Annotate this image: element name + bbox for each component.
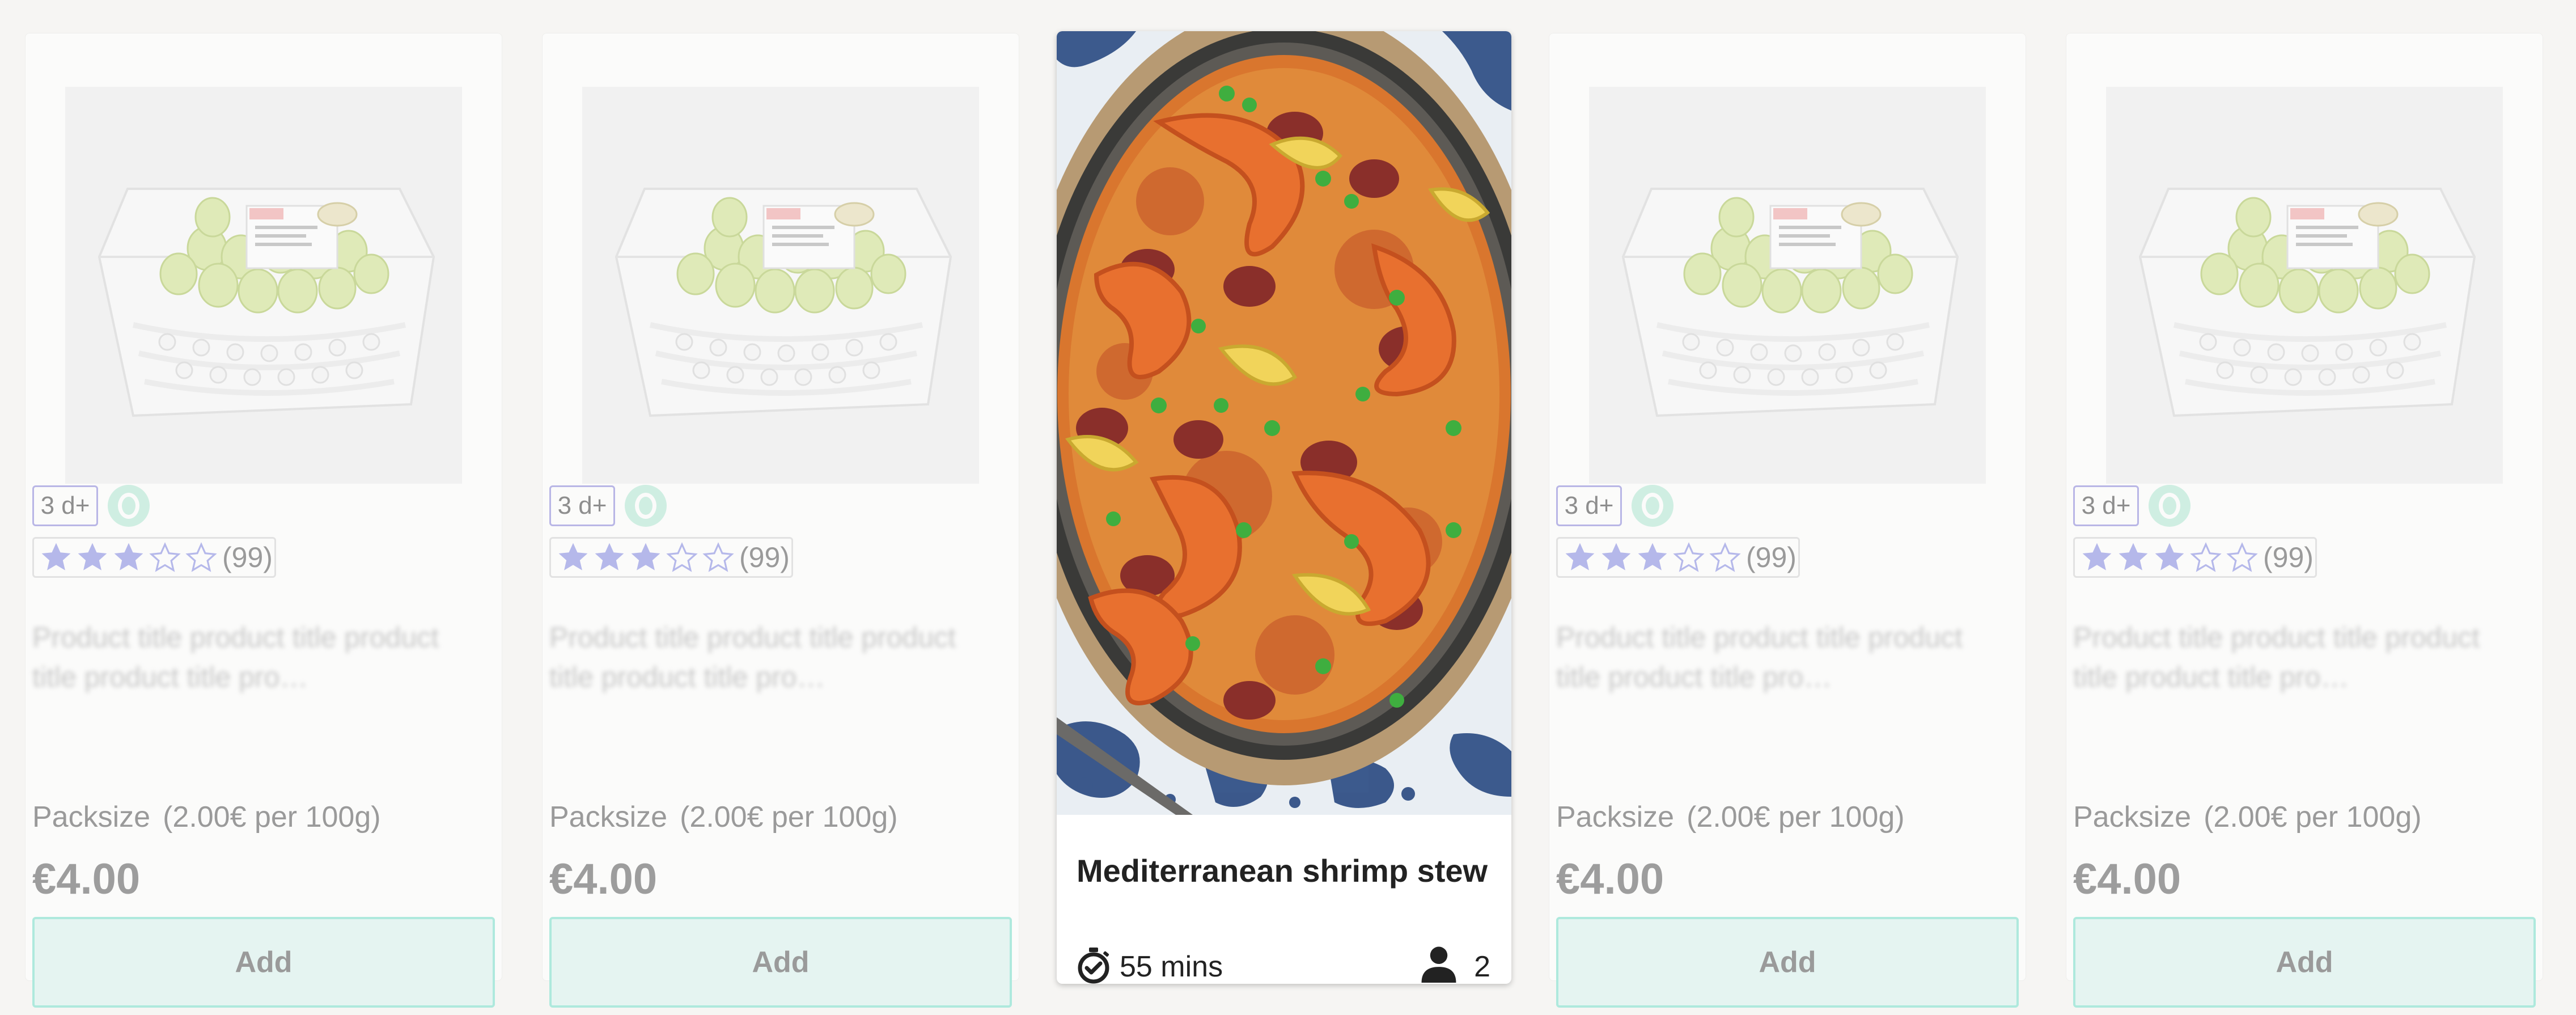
product-title[interactable]: Product title product title product titl… [549, 618, 980, 697]
unit-price: (2.00€ per 100g) [1687, 801, 1905, 834]
nutri-badge-icon [2149, 485, 2191, 527]
unit-price: (2.00€ per 100g) [2204, 801, 2422, 834]
age-badge: 3 d+ [2073, 485, 2139, 526]
price: €4.00 [32, 855, 141, 903]
rating-count: (99) [222, 542, 273, 573]
star-filled-icon [41, 543, 71, 570]
age-badge: 3 d+ [549, 485, 615, 526]
star-filled-icon [631, 543, 660, 570]
product-title[interactable]: Product title product title product titl… [32, 618, 463, 697]
star-empty-icon [2191, 543, 2221, 572]
star-filled-icon [595, 543, 624, 570]
star-filled-icon [1601, 543, 1631, 570]
product-card[interactable]: 3 d+ (99) Product title product title pr… [542, 33, 1019, 1008]
product-card[interactable]: 3 d+ (99) Product title product title pr… [1549, 33, 2026, 1008]
product-title[interactable]: Product title product title product titl… [2073, 618, 2504, 697]
add-button[interactable]: Add [32, 917, 495, 1008]
person-icon [1421, 946, 1456, 983]
packsize: Packsize (2.00€ per 100g) [2073, 800, 2422, 834]
product-title[interactable]: Product title product title product titl… [1556, 618, 1987, 697]
nutri-badge-icon [625, 485, 667, 527]
packsize-label: Packsize [2073, 801, 2192, 834]
star-filled-icon [1565, 543, 1595, 570]
recipe-image [1057, 31, 1511, 815]
packsize-label: Packsize [549, 801, 668, 834]
product-card[interactable]: 3 d+ (99) Product title product title pr… [2066, 33, 2543, 1008]
cook-time: 55 mins [1120, 950, 1223, 983]
star-empty-icon [187, 543, 216, 572]
recipe-meta: 55 mins 2 [1077, 945, 1490, 984]
packsize: Packsize (2.00€ per 100g) [1556, 800, 1905, 834]
age-badge: 3 d+ [1556, 485, 1622, 526]
servings: 2 [1474, 950, 1490, 983]
packsize: Packsize (2.00€ per 100g) [32, 800, 381, 834]
star-rating: (99) [32, 537, 276, 578]
recipe-title[interactable]: Mediterranean shrimp stew [1077, 852, 1488, 889]
star-rating: (99) [1556, 537, 1800, 578]
age-badge: 3 d+ [32, 485, 98, 526]
nutri-badge-icon [108, 485, 150, 527]
price: €4.00 [2073, 855, 2181, 903]
timer-icon [1078, 948, 1109, 984]
star-empty-icon [2227, 543, 2257, 572]
star-filled-icon [558, 543, 588, 570]
unit-price: (2.00€ per 100g) [680, 801, 898, 834]
product-card[interactable]: 3 d+ (99) Product title product title pr… [25, 33, 502, 1008]
star-empty-icon [1710, 543, 1740, 572]
star-filled-icon [114, 543, 143, 570]
star-rating: (99) [549, 537, 793, 578]
add-button[interactable]: Add [2073, 917, 2536, 1008]
packsize-label: Packsize [32, 801, 151, 834]
star-empty-icon [667, 543, 697, 572]
star-empty-icon [1674, 543, 1704, 572]
nutri-badge-icon [1632, 485, 1673, 527]
star-filled-icon [2155, 543, 2184, 570]
rating-count: (99) [739, 542, 790, 573]
star-filled-icon [78, 543, 107, 570]
price: €4.00 [1556, 855, 1664, 903]
star-filled-icon [1638, 543, 1667, 570]
product-image [2106, 87, 2503, 484]
star-filled-icon [2082, 543, 2112, 570]
product-image [65, 87, 462, 484]
star-empty-icon [704, 543, 733, 572]
price: €4.00 [549, 855, 658, 903]
add-button[interactable]: Add [1556, 917, 2019, 1008]
product-image [582, 87, 979, 484]
packsize: Packsize (2.00€ per 100g) [549, 800, 898, 834]
recipe-card[interactable]: Mediterranean shrimp stew 55 mins 2 [1057, 31, 1511, 984]
star-filled-icon [2119, 543, 2148, 570]
unit-price: (2.00€ per 100g) [163, 801, 381, 834]
add-button[interactable]: Add [549, 917, 1012, 1008]
rating-count: (99) [1746, 542, 1797, 573]
product-image [1589, 87, 1986, 484]
packsize-label: Packsize [1556, 801, 1675, 834]
star-rating: (99) [2073, 537, 2317, 578]
star-empty-icon [150, 543, 180, 572]
rating-count: (99) [2263, 542, 2314, 573]
